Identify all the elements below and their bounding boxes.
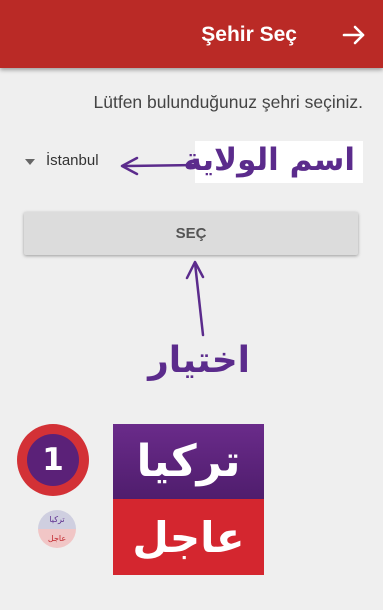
- city-dropdown[interactable]: İstanbul: [19, 142, 114, 184]
- number-badge-value: 1: [27, 434, 79, 486]
- number-badge: 1: [17, 424, 89, 496]
- logo-top-text: تركيا: [113, 424, 264, 499]
- city-prompt: Lütfen bulunduğunuz şehri seçiniz.: [93, 92, 364, 112]
- select-button[interactable]: SEÇ: [24, 212, 358, 255]
- state-name-annotation-text: اسم الولاية: [183, 142, 355, 178]
- arrow-right-icon[interactable]: [339, 20, 369, 50]
- mini-logo: تركيا عاجل: [38, 510, 76, 548]
- mini-logo-bottom-text: عاجل: [38, 529, 76, 548]
- arrow-right-icon-graphic: [342, 25, 365, 45]
- turkey-news-logo: تركيا عاجل: [113, 424, 264, 575]
- state-name-annotation: اسم الولاية: [184, 141, 363, 183]
- choice-annotation: اختيار: [148, 340, 250, 381]
- page-title: Şehir Seç: [201, 23, 297, 46]
- city-dropdown-value: İstanbul: [46, 152, 99, 169]
- mini-logo-top-text: تركيا: [38, 510, 76, 529]
- caret-down-icon: [25, 159, 35, 165]
- logo-bottom-text: عاجل: [113, 499, 264, 575]
- app-bar: Şehir Seç: [0, 0, 383, 68]
- arrow-to-select-button: [185, 260, 205, 337]
